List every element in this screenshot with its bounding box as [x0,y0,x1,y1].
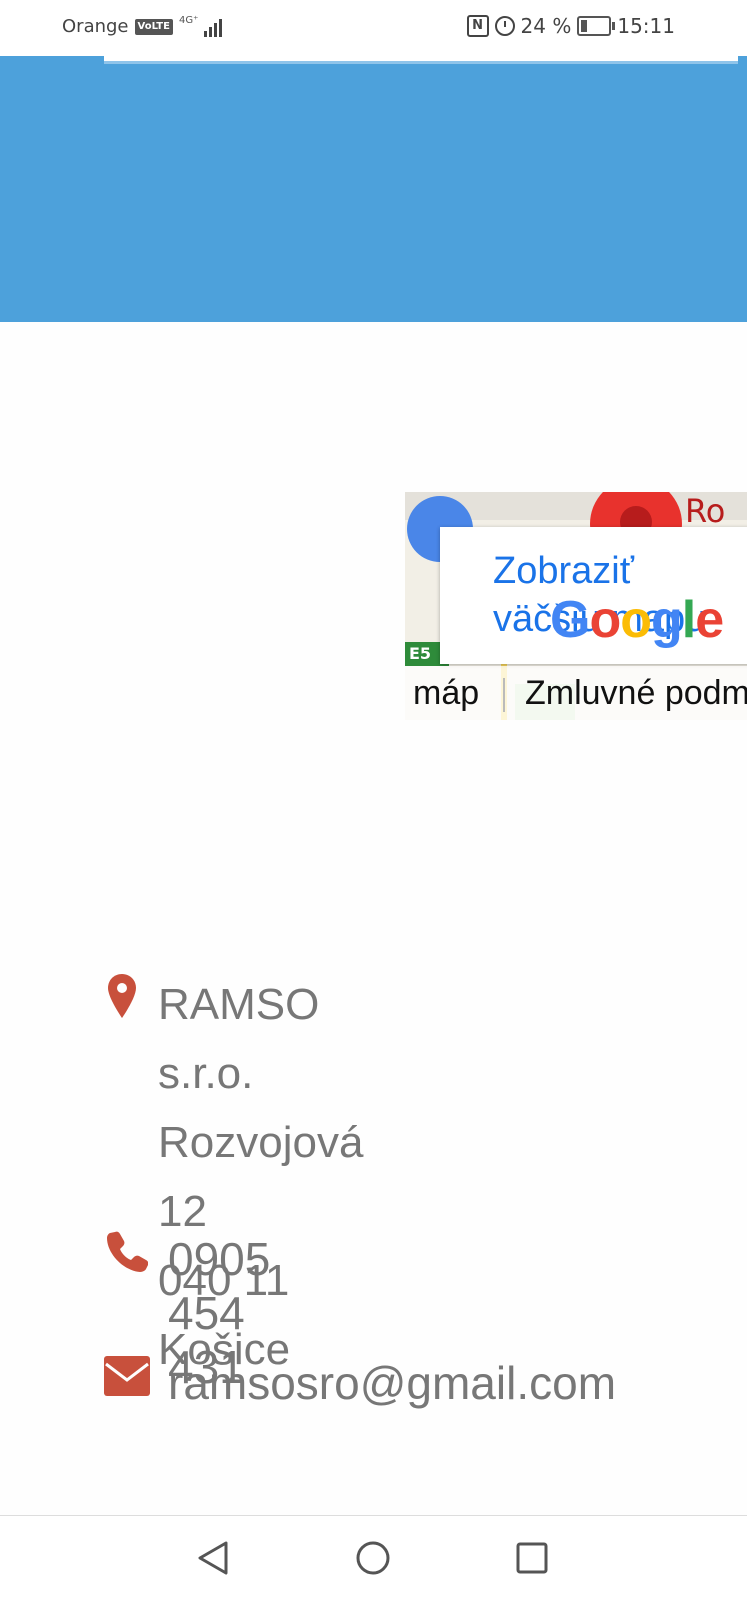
home-icon[interactable] [355,1540,391,1576]
map-footer: máp Zmluvné podm [405,666,747,720]
map-place-label: Ro [685,492,726,530]
alarm-icon [494,16,515,36]
header-banner [0,56,747,322]
status-bar: Orange VoLTE 4G⁺ N 24 % 15:11 [0,0,747,56]
footer-divider [503,678,505,712]
clock: 15:11 [617,14,675,38]
location-pin-icon [108,974,136,1018]
view-larger-map-line1: Zobraziť [493,550,634,592]
mail-icon [104,1356,150,1396]
system-nav-bar [0,1515,747,1601]
email-link[interactable]: ramsosro@gmail.com [168,1356,616,1410]
embedded-map[interactable]: Ro E5 Zobraziť väčšiu mapu Google máp Zm… [405,492,747,720]
volte-badge: VoLTE [134,18,173,35]
google-logo: Google [550,591,724,649]
battery-percent: 24 % [520,14,572,38]
status-left: Orange VoLTE 4G⁺ [62,14,223,37]
signal-icon [204,17,223,37]
banner-top-strip [104,56,738,64]
status-right: N 24 % 15:11 [466,14,675,38]
recents-icon[interactable] [514,1540,550,1576]
network-type: 4G⁺ [178,14,199,26]
company-name: RAMSO s.r.o. [158,980,320,1098]
nfc-icon: N [466,15,489,37]
street-address: Rozvojová 12 [158,1118,364,1236]
map-data-link[interactable]: máp [413,674,479,713]
phone-icon [107,1231,148,1272]
back-icon[interactable] [196,1540,232,1576]
carrier-name: Orange [62,16,129,37]
terms-link[interactable]: Zmluvné podm [525,674,747,713]
battery-icon [577,16,616,36]
